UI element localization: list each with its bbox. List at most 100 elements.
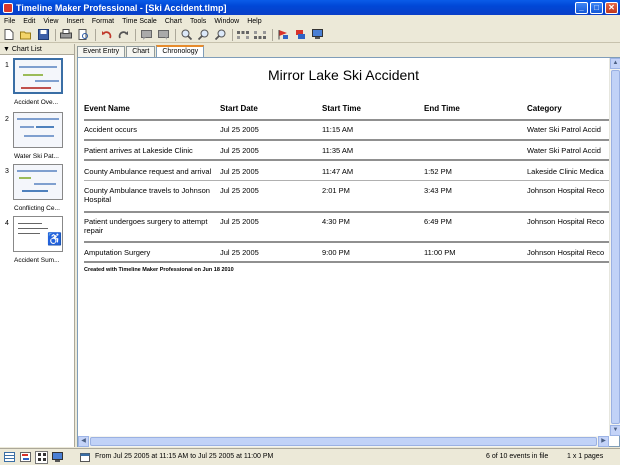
chart-list-header[interactable]: ▼ Chart List	[0, 44, 74, 55]
save-icon[interactable]	[37, 29, 49, 41]
start-date: Jul 25 2005	[220, 248, 259, 257]
menu-chart[interactable]: Chart	[161, 18, 186, 25]
zoom-out-icon[interactable]	[214, 29, 226, 41]
chart-thumbnail[interactable]	[13, 164, 63, 200]
toolbar	[0, 27, 620, 43]
collapse-rows-icon[interactable]	[254, 29, 266, 41]
category: Johnson Hospital Reco	[527, 217, 605, 226]
toolbar-separator	[175, 28, 176, 41]
vertical-scrollbar[interactable]: ▲ ▼	[609, 58, 620, 436]
start-date: Jul 25 2005	[220, 125, 259, 134]
toolbar-separator	[135, 28, 136, 41]
comment-delete-icon[interactable]	[157, 29, 169, 41]
category: Water Ski Patrol Accid	[527, 125, 601, 134]
app-icon[interactable]	[3, 2, 13, 13]
menu-file[interactable]: File	[0, 18, 19, 25]
chart-label: Accident Sum...	[14, 257, 60, 264]
view-tabs: Event Entry Chart Chronology	[77, 45, 205, 57]
end-time: 1:52 PM	[424, 167, 452, 176]
column-header-end-time: End Time	[424, 104, 460, 113]
start-date: Jul 25 2005	[220, 167, 259, 176]
expand-rows-icon[interactable]	[237, 29, 249, 41]
undo-icon[interactable]	[100, 29, 112, 41]
close-button[interactable]: ✕	[605, 1, 618, 14]
row-divider	[84, 241, 610, 243]
event-entry-view-icon[interactable]	[3, 451, 16, 464]
new-file-icon[interactable]	[3, 29, 15, 41]
end-time: 3:43 PM	[424, 186, 452, 195]
start-time: 9:00 PM	[322, 248, 350, 257]
menu-time-scale[interactable]: Time Scale	[118, 18, 161, 25]
page-title: Mirror Lake Ski Accident	[268, 67, 419, 83]
start-date: Jul 25 2005	[220, 146, 259, 155]
chart-thumbnail[interactable]: ♿	[13, 216, 63, 252]
title-bar: Timeline Maker Professional - [Ski Accid…	[0, 0, 620, 15]
open-folder-icon[interactable]	[20, 29, 32, 41]
event-name: Patient undergoes surgery to attempt rep…	[84, 217, 208, 235]
search-icon[interactable]	[180, 29, 192, 41]
flag-icon[interactable]	[277, 29, 289, 41]
comment-icon[interactable]	[140, 29, 152, 41]
calendar-icon	[80, 452, 90, 462]
tab-event-entry[interactable]: Event Entry	[77, 46, 126, 57]
chart-number: 2	[5, 116, 9, 123]
horizontal-scrollbar[interactable]: ◀ ▶	[78, 436, 609, 447]
menu-tools[interactable]: Tools	[186, 18, 210, 25]
tab-chronology[interactable]: Chronology	[156, 45, 205, 57]
end-time: 11:00 PM	[424, 248, 456, 257]
column-header-event-name: Event Name	[84, 104, 130, 113]
column-header-start-time: Start Time	[322, 104, 361, 113]
chart-number: 3	[5, 168, 9, 175]
chart-list-panel: ▼ Chart List 1 Accident Ove... 2 Water S…	[0, 44, 75, 447]
menu-edit[interactable]: Edit	[19, 18, 39, 25]
menu-insert[interactable]: Insert	[62, 18, 88, 25]
accessibility-icon: ♿	[47, 232, 62, 246]
chart-thumbnail[interactable]	[13, 112, 63, 148]
tab-chart[interactable]: Chart	[126, 46, 156, 57]
chronology-view-icon[interactable]	[35, 450, 48, 464]
chart-number: 4	[5, 220, 9, 227]
minimize-button[interactable]: _	[575, 1, 588, 14]
header-divider	[84, 119, 610, 121]
end-time: 6:49 PM	[424, 217, 452, 226]
chart-thumbnail[interactable]	[13, 58, 63, 94]
event-name: County Ambulance request and arrival	[84, 167, 212, 176]
menu-view[interactable]: View	[39, 18, 62, 25]
chronology-view: Mirror Lake Ski Accident Event Name Star…	[77, 57, 620, 447]
presentation-view-icon[interactable]	[51, 451, 64, 464]
print-preview-icon[interactable]	[77, 29, 89, 41]
scroll-up-button[interactable]: ▲	[610, 58, 620, 69]
start-time: 11:35 AM	[322, 146, 354, 155]
print-icon[interactable]	[60, 29, 72, 41]
category: Lakeside Clinic Medica	[527, 167, 604, 176]
menu-format[interactable]: Format	[88, 18, 118, 25]
row-divider	[84, 159, 610, 161]
monitor-icon[interactable]	[311, 29, 323, 41]
vertical-scroll-thumb[interactable]	[611, 70, 620, 424]
event-name: Amputation Surgery	[84, 248, 151, 257]
chart-number: 1	[5, 62, 9, 69]
row-divider	[84, 139, 610, 141]
export-icon[interactable]	[294, 29, 306, 41]
window-title: Timeline Maker Professional - [Ski Accid…	[16, 2, 227, 13]
date-range-text: From Jul 25 2005 at 11:15 AM to Jul 25 2…	[95, 453, 274, 460]
horizontal-scroll-thumb[interactable]	[90, 437, 597, 446]
event-count-text: 6 of 10 events in file	[486, 453, 549, 460]
chart-label: Water Ski Pat...	[14, 153, 59, 160]
chart-view-icon[interactable]	[19, 451, 32, 464]
zoom-in-icon[interactable]	[197, 29, 209, 41]
scroll-down-button[interactable]: ▼	[610, 425, 620, 436]
maximize-button[interactable]: □	[590, 1, 603, 14]
scroll-right-button[interactable]: ▶	[598, 436, 609, 447]
page-count-text: 1 x 1 pages	[567, 453, 604, 460]
menu-help[interactable]: Help	[243, 18, 265, 25]
scroll-left-button[interactable]: ◀	[78, 436, 89, 447]
start-date: Jul 25 2005	[220, 217, 259, 226]
toolbar-separator	[95, 28, 96, 41]
redo-icon[interactable]	[117, 29, 129, 41]
menu-window[interactable]: Window	[210, 18, 243, 25]
toolbar-separator	[232, 28, 233, 41]
chart-label: Accident Ove...	[14, 99, 59, 106]
category: Johnson Hospital Reco	[527, 186, 605, 195]
start-date: Jul 25 2005	[220, 186, 259, 195]
